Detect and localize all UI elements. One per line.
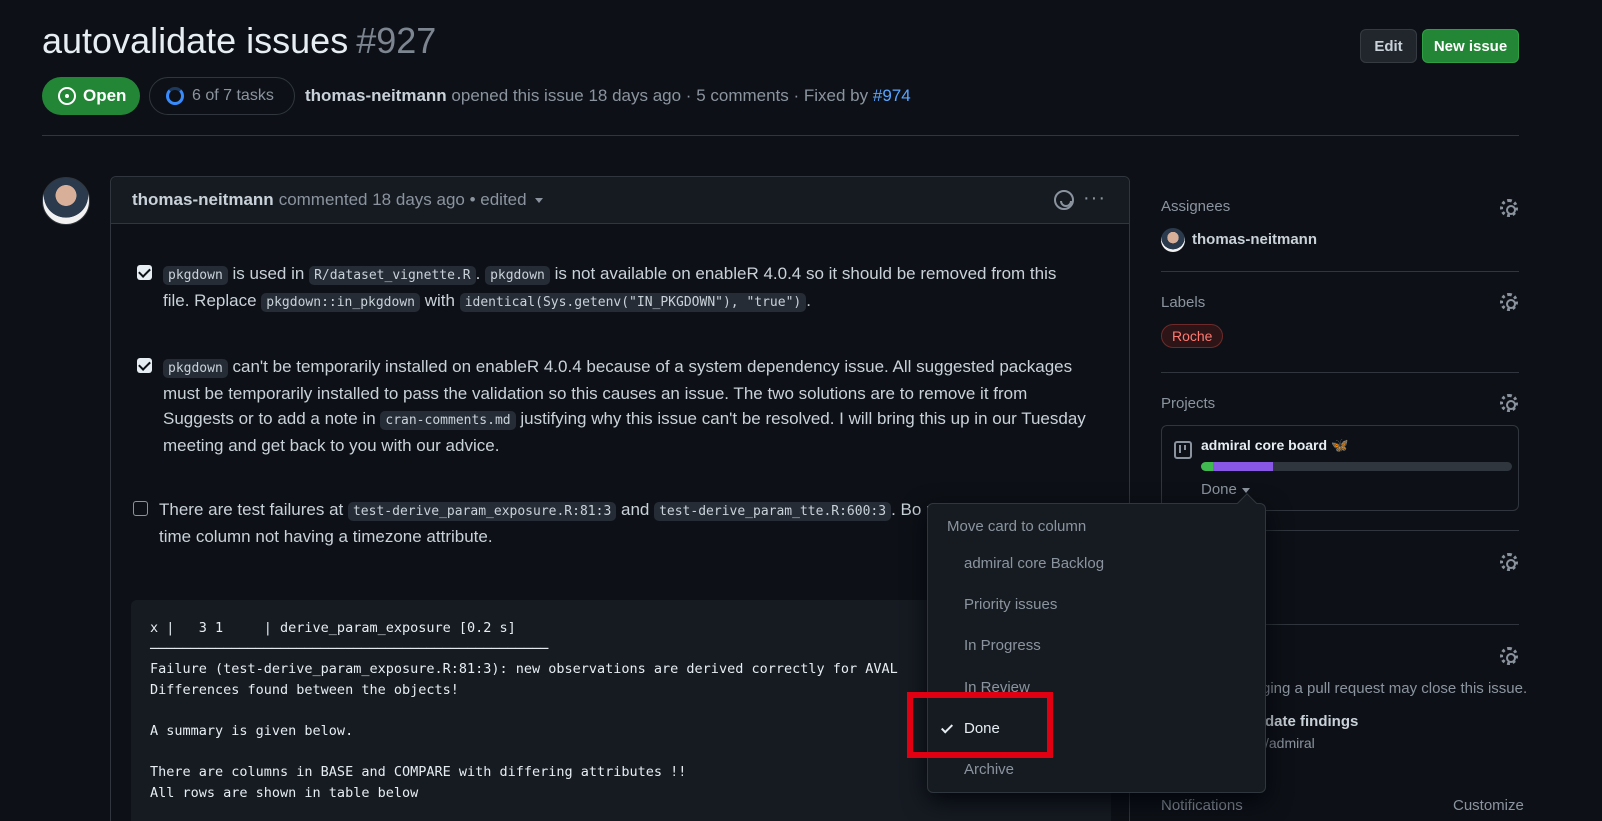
issue-number: #927	[356, 20, 437, 61]
add-reaction-icon[interactable]	[1054, 190, 1074, 210]
project-board-icon	[1174, 441, 1192, 459]
comment-meta[interactable]: commented 18 days ago • edited	[279, 190, 527, 210]
issue-opened-icon	[58, 87, 76, 105]
header-divider	[42, 135, 1519, 136]
task-text-2: pkgdown can't be temporarily installed o…	[137, 354, 1087, 458]
project-column-select[interactable]: Done	[1201, 481, 1250, 498]
project-name: admiral core board	[1201, 437, 1328, 453]
comment-author-link[interactable]: thomas-neitmann	[132, 190, 274, 210]
tasks-progress-label: 6 of 7 tasks	[192, 87, 274, 104]
notifications-heading: Notifications	[1161, 797, 1243, 814]
linked-pr-link[interactable]: date findings	[1265, 713, 1358, 730]
milestone-gear-icon[interactable]	[1500, 553, 1518, 571]
task-text-1: pkgdown is used in R/dataset_vignette.R.…	[137, 261, 1087, 315]
inline-code: pkgdown	[485, 266, 550, 285]
linked-pr-repo: /admiral	[1265, 735, 1315, 751]
inline-code: R/dataset_vignette.R	[309, 266, 476, 285]
inline-code: pkgdown::in_pkgdown	[261, 293, 420, 312]
issue-meta-text: opened this issue 18 days ago · 5 commen…	[451, 86, 869, 105]
comment-options-icon[interactable]: ···	[1083, 187, 1106, 210]
new-issue-button[interactable]: New issue	[1422, 29, 1519, 63]
task-text-segment: .	[475, 264, 486, 283]
annotation-highlight-box	[907, 692, 1053, 758]
task-text-segment: There are test failures at	[159, 500, 348, 519]
inline-code: identical(Sys.getenv("IN_PKGDOWN"), "tru…	[459, 293, 807, 312]
assignee-link[interactable]: thomas-neitmann	[1192, 231, 1317, 248]
task-checkbox-1[interactable]	[137, 265, 152, 280]
butterfly-emoji: 🦋	[1331, 437, 1349, 453]
task-text-segment: .	[806, 291, 811, 310]
issue-state-label: Open	[83, 86, 127, 105]
task-text-segment: and	[616, 500, 655, 519]
issue-author-link[interactable]: thomas-neitmann	[305, 86, 447, 105]
dropdown-title: Move card to column	[947, 518, 1087, 535]
task-checkbox-2[interactable]	[137, 358, 152, 373]
development-gear-icon[interactable]	[1500, 647, 1518, 665]
edited-dropdown-caret-icon[interactable]	[534, 197, 543, 203]
sidebar-divider	[1161, 372, 1519, 373]
label-roche[interactable]: Roche	[1161, 324, 1224, 348]
issue-state-badge: Open	[42, 77, 140, 115]
edit-button[interactable]: Edit	[1360, 29, 1417, 63]
column-option-backlog[interactable]: admiral core Backlog	[928, 543, 1265, 583]
column-option-label: Archive	[964, 760, 1015, 778]
development-note: ging a pull request may close this issue…	[1262, 680, 1528, 697]
inline-code: test-derive_param_tte.R:600:3	[654, 502, 892, 521]
issue-meta: thomas-neitmann opened this issue 18 day…	[305, 86, 911, 106]
sidebar-divider	[1161, 271, 1519, 272]
projects-gear-icon[interactable]	[1500, 394, 1518, 412]
projects-heading: Projects	[1161, 395, 1216, 412]
fixed-by-link[interactable]: #974	[873, 86, 911, 105]
project-progress-bar	[1201, 462, 1512, 471]
inline-code: test-derive_param_exposure.R:81:3	[347, 502, 617, 521]
task-item-1: pkgdown is used in R/dataset_vignette.R.…	[137, 261, 1087, 315]
labels-heading: Labels	[1161, 294, 1206, 311]
tasks-progress-badge[interactable]: 6 of 7 tasks	[149, 77, 295, 115]
column-option-priority[interactable]: Priority issues	[928, 584, 1265, 624]
task-text-segment: . Bo	[891, 500, 922, 519]
column-option-label: admiral core Backlog	[964, 554, 1105, 572]
comment-header: thomas-neitmann commented 18 days ago • …	[111, 177, 1129, 224]
inline-code: pkgdown	[163, 359, 228, 378]
assignee-avatar[interactable]	[1161, 228, 1185, 252]
assignees-heading: Assignees	[1161, 198, 1231, 215]
chevron-down-icon	[1241, 487, 1250, 493]
inline-code: pkgdown	[163, 266, 228, 285]
labels-gear-icon[interactable]	[1500, 293, 1518, 311]
project-card: admiral core board 🦋 Done	[1161, 425, 1519, 511]
column-option-label: In Progress	[964, 636, 1041, 654]
task-text-segment: is used in	[227, 264, 310, 283]
task-text-segment: with	[420, 291, 460, 310]
progress-done-segment	[1201, 462, 1214, 471]
assignees-gear-icon[interactable]	[1500, 199, 1518, 217]
issue-title: autovalidate issues #927	[42, 20, 436, 62]
inline-code: cran-comments.md	[380, 411, 516, 430]
task-checkbox-3[interactable]	[133, 501, 148, 516]
customize-link[interactable]: Customize	[1453, 797, 1524, 814]
author-avatar[interactable]	[42, 177, 90, 225]
project-column-label: Done	[1201, 481, 1237, 498]
progress-in-progress-segment	[1213, 462, 1273, 471]
column-option-in-progress[interactable]: In Progress	[928, 625, 1265, 665]
project-name-link[interactable]: admiral core board 🦋	[1201, 437, 1348, 454]
column-option-label: Priority issues	[964, 595, 1058, 613]
task-item-2: pkgdown can't be temporarily installed o…	[137, 354, 1087, 458]
issue-title-text: autovalidate issues	[42, 20, 349, 61]
progress-ring-icon	[166, 87, 184, 105]
